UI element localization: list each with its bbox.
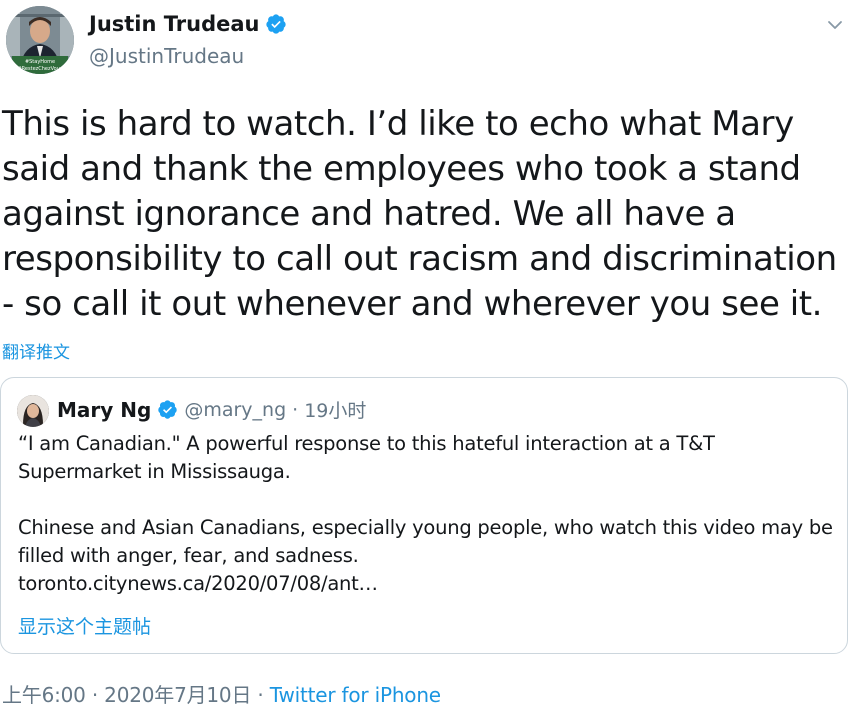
quote-article-link[interactable]: toronto.citynews.ca/2020/07/08/ant… [18, 570, 833, 598]
avatar-caption-2: #RestezChezVous [17, 66, 62, 72]
quote-avatar-image [17, 395, 49, 427]
quote-author-avatar[interactable] [17, 395, 49, 427]
tweet-text: This is hard to watch. I’d like to echo … [2, 104, 837, 324]
author-name[interactable]: Justin Trudeau [89, 12, 259, 36]
footer-separator: · [251, 683, 270, 707]
quote-separator: · [292, 398, 299, 421]
show-thread-link[interactable]: 显示这个主题帖 [18, 612, 151, 639]
quote-timestamp[interactable]: 19小时 [304, 396, 366, 423]
author-name-row: Justin Trudeau [89, 12, 287, 36]
quote-paragraph-1: “I am Canadian." A powerful response to … [18, 432, 715, 483]
author-handle[interactable]: @JustinTrudeau [89, 44, 244, 68]
author-avatar-image: #StayHome #RestezChezVous [6, 6, 74, 74]
quote-paragraph-2: Chinese and Asian Canadians, especially … [18, 516, 833, 567]
quote-author-handle[interactable]: @mary_ng [184, 399, 286, 421]
quoted-tweet-card[interactable]: Mary Ng @mary_ng · 19小时 “I am Canadian."… [0, 377, 848, 654]
quote-author-name[interactable]: Mary Ng [57, 398, 151, 422]
quote-text: “I am Canadian." A powerful response to … [18, 430, 833, 598]
chevron-down-icon[interactable] [824, 14, 846, 36]
avatar-caption-1: #StayHome [25, 59, 55, 65]
quote-header: Mary Ng @mary_ng · 19小时 [57, 396, 366, 423]
verified-badge-icon [265, 13, 287, 35]
quote-verified-badge-icon [157, 399, 178, 420]
tweet-source-link[interactable]: Twitter for iPhone [270, 683, 441, 707]
tweet-timestamp[interactable]: 上午6:00 · 2020年7月10日 [2, 683, 251, 707]
translate-tweet-link[interactable]: 翻译推文 [2, 338, 70, 363]
tweet-footer: 上午6:00 · 2020年7月10日 · Twitter for iPhone [2, 679, 441, 708]
author-avatar[interactable]: #StayHome #RestezChezVous [6, 6, 74, 74]
